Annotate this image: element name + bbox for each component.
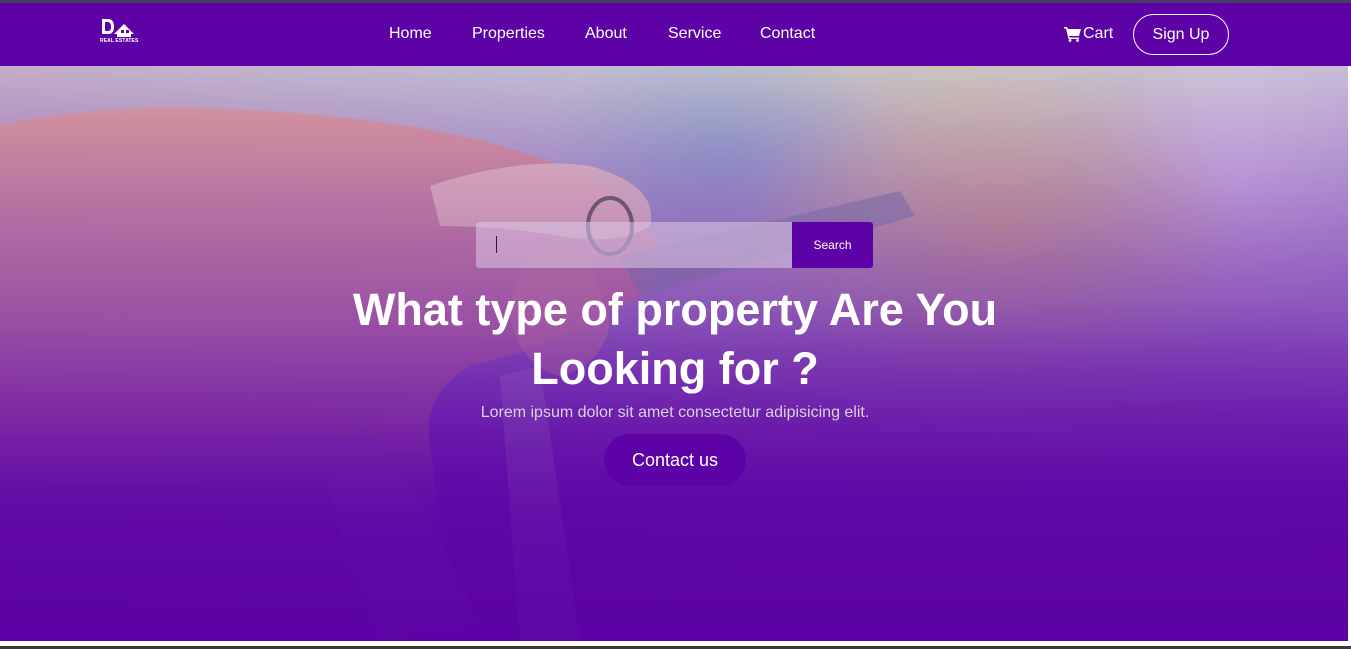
nav-properties[interactable]: Properties bbox=[472, 25, 545, 43]
cart-icon bbox=[1064, 27, 1081, 42]
search-button[interactable]: Search bbox=[792, 222, 873, 268]
nav-contact[interactable]: Contact bbox=[760, 25, 815, 43]
nav-home[interactable]: Home bbox=[389, 25, 432, 43]
page: REAL ESTATES Home Properties About Servi… bbox=[0, 0, 1351, 649]
nav-about[interactable]: About bbox=[585, 25, 627, 43]
nav-service[interactable]: Service bbox=[668, 25, 721, 43]
text-caret bbox=[496, 236, 497, 253]
contact-us-button[interactable]: Contact us bbox=[604, 434, 746, 486]
navbar: REAL ESTATES Home Properties About Servi… bbox=[0, 3, 1351, 66]
cart-label: Cart bbox=[1083, 25, 1114, 42]
hero-subtext: Lorem ipsum dolor sit amet consectetur a… bbox=[480, 404, 870, 421]
sign-up-button[interactable]: Sign Up bbox=[1133, 14, 1229, 55]
cart-link[interactable]: Cart bbox=[1064, 24, 1113, 44]
hero-headline: What type of property Are You Looking fo… bbox=[352, 284, 998, 394]
search-bar: Search bbox=[476, 222, 873, 268]
hero-section: Search What type of property Are You Loo… bbox=[0, 66, 1351, 641]
search-input[interactable] bbox=[476, 222, 792, 268]
